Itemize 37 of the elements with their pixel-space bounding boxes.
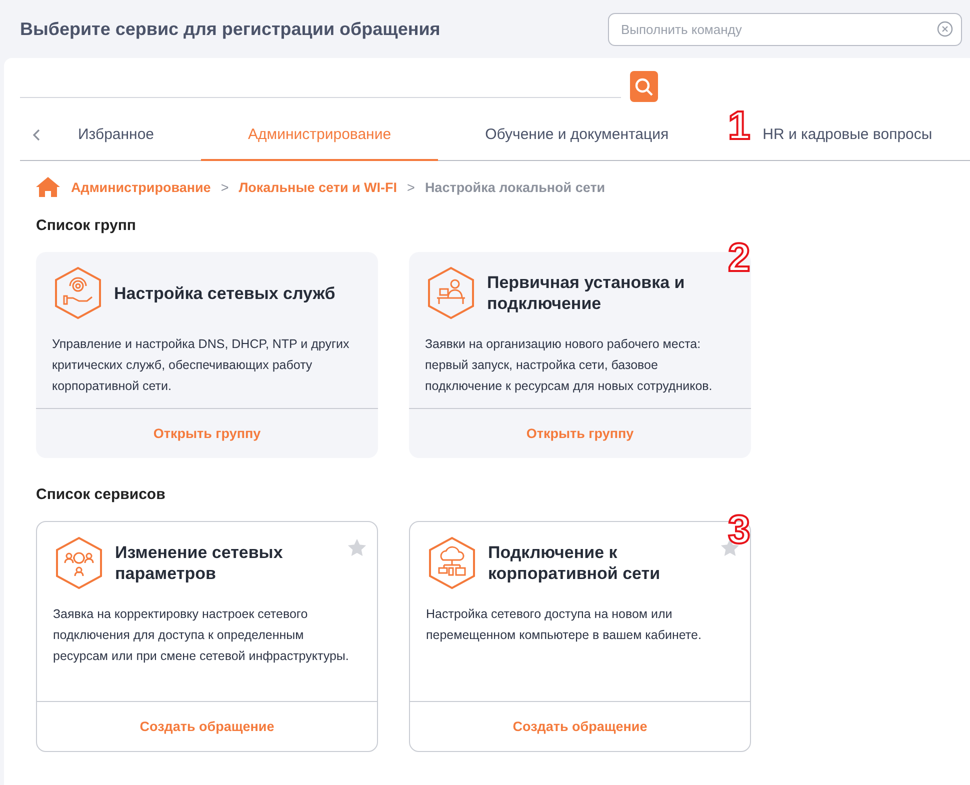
card-description: Настройка сетевого доступа на новом или перемещенном компьютере в вашем кабинете. xyxy=(425,606,702,644)
search-button[interactable] xyxy=(630,71,658,102)
card-description: Заявки на организацию нового рабочего места: первый запуск, настройка сети, базовое подключение к ресурсам для новых сотрудников. xyxy=(424,336,714,395)
annotation-number: 1 xyxy=(728,106,750,146)
cloud-network-icon xyxy=(426,536,478,590)
support-icon xyxy=(52,266,104,320)
annotation-number: 3 xyxy=(728,510,750,550)
search-icon xyxy=(634,76,654,96)
create-request-link[interactable]: Создать обращение xyxy=(140,719,274,734)
breadcrumb-separator: > xyxy=(407,180,415,194)
page-title: Выберите сервис для регистрации обращения xyxy=(20,18,440,40)
card-title: Изменение сетевых параметров xyxy=(115,542,284,584)
open-group-link[interactable]: Открыть группу xyxy=(153,426,261,441)
section-heading: Список групп xyxy=(36,217,137,234)
tab[interactable]: Администрирование xyxy=(201,110,438,161)
star-icon[interactable] xyxy=(347,538,367,557)
open-group-link[interactable]: Открыть группу xyxy=(526,426,634,441)
card-description: Управление и настройка DNS, DHCP, NTP и других критических служб, обеспечивающих работу корпоративной сети. xyxy=(51,336,350,395)
tab[interactable]: Избранное xyxy=(48,110,202,161)
annotation-number: 2 xyxy=(728,238,750,278)
command-field[interactable]: Выполнить команду xyxy=(608,12,962,46)
breadcrumb-separator: > xyxy=(220,180,229,194)
workstation-icon xyxy=(425,266,477,320)
card-title: Подключение к корпоративной сети xyxy=(488,542,662,584)
breadcrumb-current: Настройка локальной сети xyxy=(424,180,606,194)
card-title: Первичная установка и подключение xyxy=(487,272,686,314)
home-icon[interactable] xyxy=(35,176,61,198)
breadcrumb-link[interactable]: Локальные сети и WI-FI xyxy=(238,180,398,194)
tab[interactable]: Обучение и документация xyxy=(438,110,716,161)
section-heading: Список сервисов xyxy=(36,486,166,503)
card-description: Заявка на корректировку настроек сетевого подключения для доступа к определенным ресурсам или при смене сетевой инфраструктуры. xyxy=(52,606,350,665)
chevron-left-icon[interactable] xyxy=(32,129,40,141)
clear-icon[interactable] xyxy=(937,20,953,36)
card-title: Настройка сетевых служб xyxy=(114,282,336,304)
create-request-link[interactable]: Создать обращение xyxy=(512,719,648,734)
breadcrumb-link[interactable]: Администрирование xyxy=(71,180,211,194)
people-network-icon xyxy=(53,536,105,590)
